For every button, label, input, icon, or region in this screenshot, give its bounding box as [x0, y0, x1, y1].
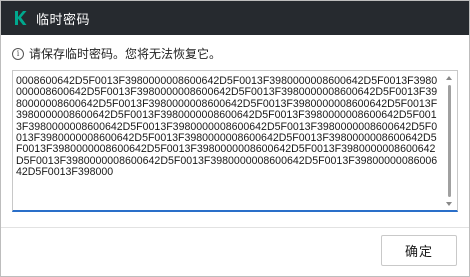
vertical-scrollbar[interactable]	[445, 73, 455, 209]
ok-button[interactable]: 确定	[381, 235, 457, 266]
temporary-password-dialog: 临时密码 i 请保存临时密码。您将无法恢复它。 0008600642D5F001…	[0, 0, 470, 277]
dialog-title: 临时密码	[36, 12, 91, 28]
temporary-password-text[interactable]: 0008600642D5F0013F3980000008600642D5F001…	[16, 75, 440, 179]
scrollbar-thumb[interactable]	[448, 85, 451, 197]
kaspersky-k-icon	[12, 10, 28, 26]
save-password-notice: i 请保存临时密码。您将无法恢复它。	[12, 45, 221, 62]
notice-text: 请保存临时密码。您将无法恢复它。	[29, 47, 222, 61]
info-icon: i	[12, 47, 24, 60]
title-bar[interactable]: 临时密码	[1, 1, 469, 35]
scroll-down-arrow-icon[interactable]	[446, 202, 452, 206]
temporary-password-field[interactable]: 0008600642D5F0013F3980000008600642D5F001…	[12, 70, 458, 212]
scroll-up-arrow-icon[interactable]	[446, 76, 452, 80]
dialog-footer: 确定	[1, 228, 469, 276]
